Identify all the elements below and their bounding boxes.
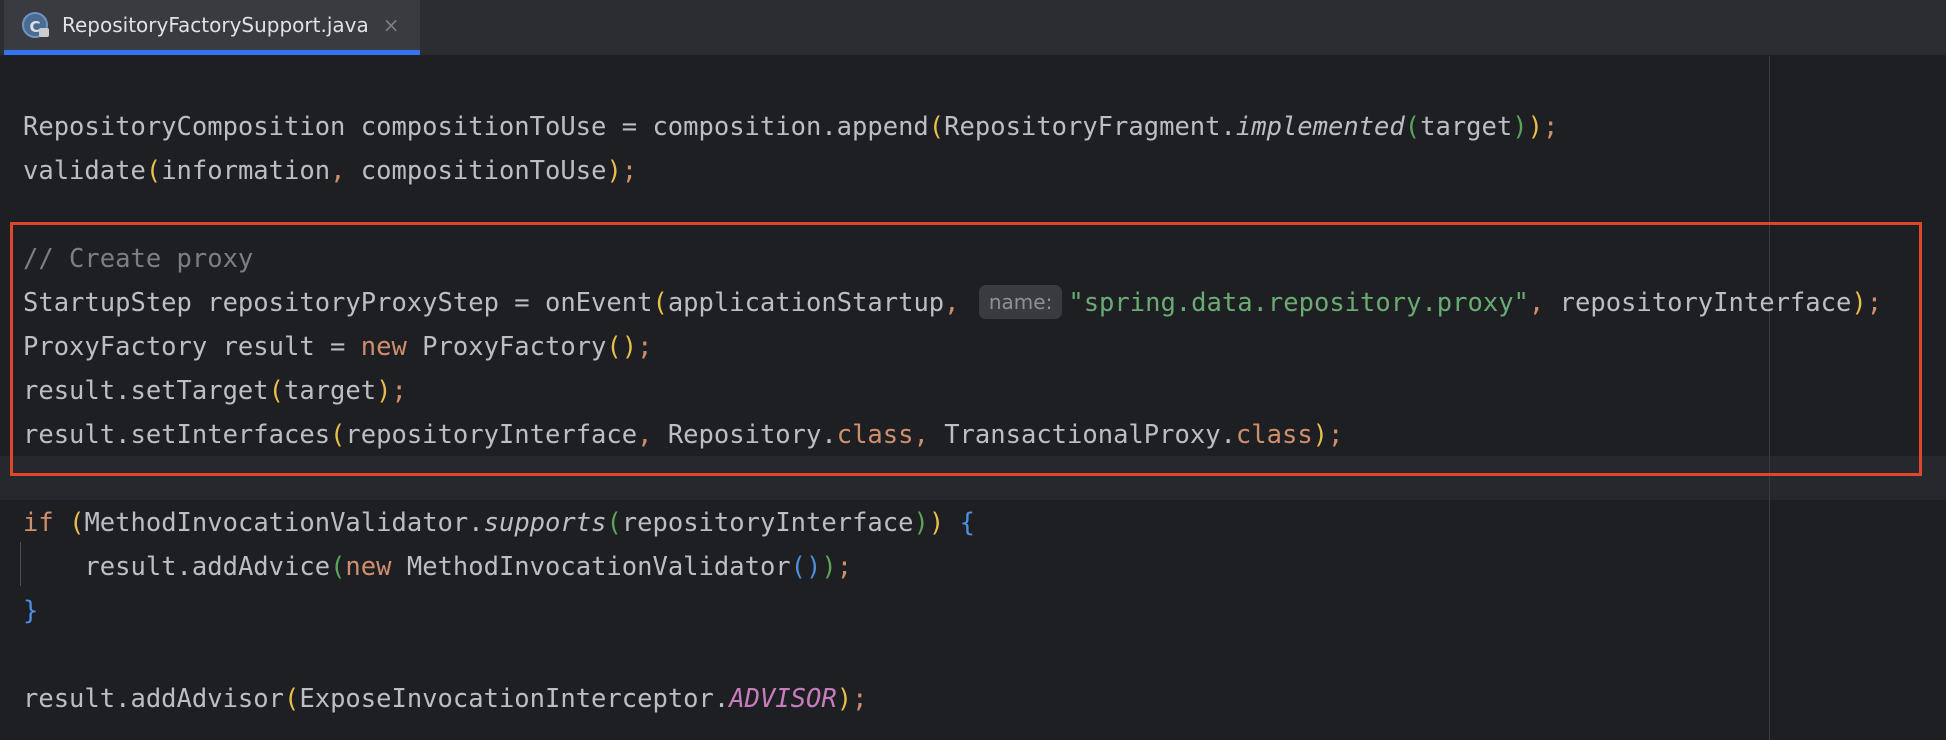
paren: (: [330, 552, 346, 582]
paren: ): [836, 684, 853, 714]
string-literal: "spring.data.repository.proxy": [1068, 288, 1529, 318]
code-token: result.setInterfaces: [23, 420, 331, 450]
code-token: validate: [23, 156, 146, 186]
code-token: TransactionalProxy.: [944, 420, 1236, 450]
editor-tab[interactable]: C RepositoryFactorySupport.java ×: [4, 0, 420, 55]
code-token: result.addAdvice: [84, 552, 331, 582]
code-line-1[interactable]: RepositoryComposition compositionToUse =…: [23, 105, 1558, 149]
code-token: ExposeInvocationInterceptor.: [299, 684, 730, 714]
paren: (: [928, 112, 945, 142]
semicolon: ;: [621, 156, 638, 186]
code-token: repositoryInterface: [1559, 288, 1852, 318]
keyword: class: [1235, 420, 1313, 450]
code-token: repositoryInterface: [621, 508, 914, 538]
paren: (: [145, 156, 162, 186]
paren: ): [928, 508, 945, 538]
keyword: if: [23, 508, 54, 538]
paren: ): [1312, 420, 1329, 450]
paren: ): [821, 552, 837, 582]
code-token: MethodInvocationValidator: [391, 552, 791, 582]
code-token: Repository.: [667, 420, 837, 450]
keyword: new: [360, 332, 407, 362]
right-margin-guide: [1769, 56, 1770, 740]
brace: {: [959, 508, 975, 538]
semicolon: ;: [1542, 112, 1559, 142]
comma: ,: [1528, 288, 1560, 318]
paren: ): [606, 156, 622, 186]
code-comment[interactable]: // Create proxy: [23, 237, 253, 281]
code-line-9[interactable]: if (MethodInvocationValidator.supports(r…: [23, 501, 975, 545]
semicolon: ;: [1328, 420, 1344, 450]
code-line-4[interactable]: StartupStep repositoryProxyStep = onEven…: [23, 281, 1882, 325]
code-line-2[interactable]: validate(information, compositionToUse);: [23, 149, 637, 193]
comma: ,: [637, 420, 668, 450]
paren: (: [1404, 112, 1421, 142]
semicolon: ;: [1866, 288, 1883, 318]
code-token: information: [161, 156, 331, 186]
comma: ,: [330, 156, 361, 186]
code-token: result.setTarget: [23, 376, 269, 406]
paren: (): [606, 332, 638, 362]
paren: (: [330, 420, 346, 450]
editor-tab-bar: C RepositoryFactorySupport.java ×: [0, 0, 1946, 56]
comma: ,: [944, 288, 975, 318]
paren: ): [1527, 112, 1543, 142]
code-line-5[interactable]: ProxyFactory result = new ProxyFactory()…: [23, 325, 653, 369]
lock-icon: [39, 28, 49, 37]
code-token: RepositoryComposition compositionToUse =…: [23, 112, 929, 142]
keyword: class: [836, 420, 914, 450]
code-token: applicationStartup: [667, 288, 945, 318]
code-line-10[interactable]: result.addAdvice(new MethodInvocationVal…: [23, 545, 852, 589]
paren: ): [1851, 288, 1867, 318]
code-token: target: [1420, 112, 1513, 142]
paren: ): [913, 508, 929, 538]
code-token: ProxyFactory result =: [23, 332, 361, 362]
comma: ,: [913, 420, 945, 450]
brace: }: [23, 596, 39, 626]
code-token: MethodInvocationValidator.: [84, 508, 484, 538]
paren: (): [790, 552, 822, 582]
current-line-highlight: [0, 456, 1946, 500]
code-token: supports: [483, 508, 607, 538]
paren: ): [1512, 112, 1528, 142]
semicolon: ;: [836, 552, 853, 582]
parameter-name-hint: name:: [978, 285, 1063, 319]
semicolon: ;: [637, 332, 653, 362]
paren: (: [652, 288, 668, 318]
tab-title: RepositoryFactorySupport.java: [62, 13, 369, 37]
semicolon: ;: [391, 376, 407, 406]
java-class-icon: C: [22, 12, 49, 38]
paren: (: [268, 376, 284, 406]
code-line-7[interactable]: result.setInterfaces(repositoryInterface…: [23, 413, 1343, 457]
code-token: implemented: [1235, 112, 1405, 142]
code-token: result.addAdvisor: [23, 684, 284, 714]
paren: (: [69, 508, 85, 538]
code-token: StartupStep repositoryProxyStep = onEven…: [23, 288, 653, 318]
code-token: compositionToUse: [360, 156, 607, 186]
close-icon[interactable]: ×: [383, 13, 400, 37]
code-token: RepositoryFragment.: [944, 112, 1236, 142]
paren: (: [284, 684, 300, 714]
code-line-6[interactable]: result.setTarget(target);: [23, 369, 407, 413]
code-line-13[interactable]: result.addAdvisor(ExposeInvocationInterc…: [23, 677, 867, 721]
constant: ADVISOR: [729, 684, 837, 714]
code-token: repositoryInterface: [345, 420, 638, 450]
semicolon: ;: [852, 684, 868, 714]
code-line-11[interactable]: }: [23, 589, 38, 633]
indent-guide: [20, 542, 21, 586]
code-token: ProxyFactory: [406, 332, 607, 362]
keyword: new: [345, 552, 392, 582]
code-token: target: [284, 376, 377, 406]
paren: ): [376, 376, 392, 406]
paren: (: [606, 508, 622, 538]
